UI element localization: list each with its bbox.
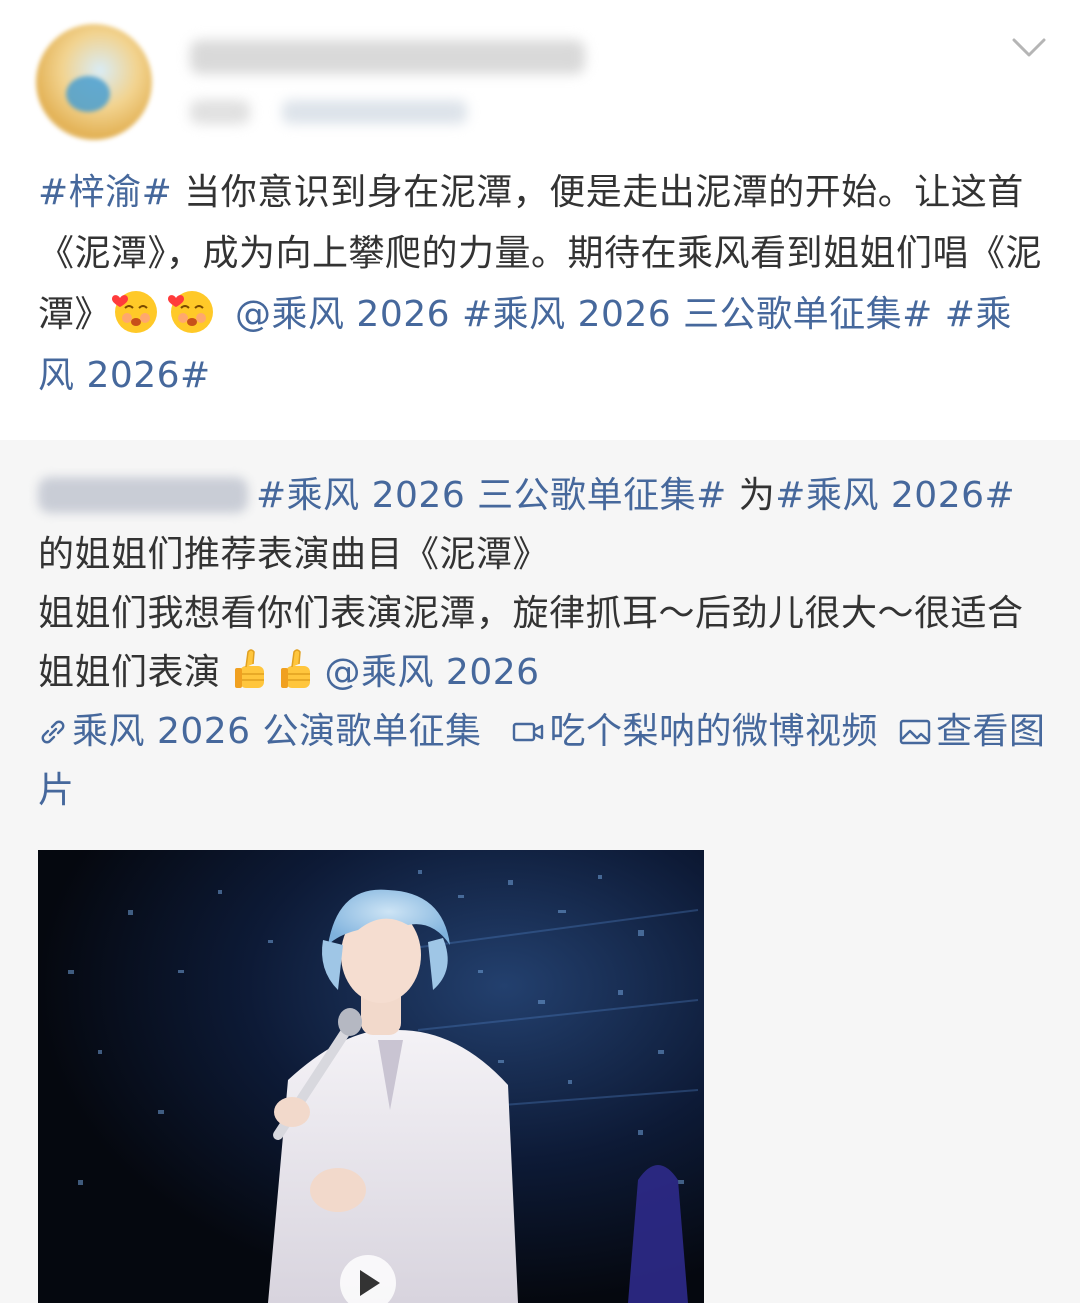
- blurred-repost-username[interactable]: [38, 477, 248, 513]
- mention-chengfeng[interactable]: @乘风 2026: [235, 294, 450, 335]
- repost-body: #乘风 2026 三公歌单征集# 为#乘风 2026# 的姐姐们推荐表演曲目《泥…: [38, 466, 1048, 820]
- shy-blush-emoji-icon: [112, 291, 158, 333]
- thumbs-up-icon: [235, 649, 265, 688]
- link-collection[interactable]: 乘风 2026 公演歌单征集: [38, 711, 482, 752]
- blurred-source: [282, 100, 467, 124]
- image-icon: [899, 719, 931, 745]
- link-video[interactable]: 吃个梨呐的微博视频: [511, 711, 878, 752]
- repost-text-recommend: 的姐姐们推荐表演曲目《泥潭》: [38, 534, 550, 575]
- repost-hashtag-collection[interactable]: #乘风 2026 三公歌单征集#: [256, 475, 727, 516]
- blurred-username[interactable]: [190, 40, 585, 74]
- repost-hashtag-chengfeng[interactable]: #乘风 2026#: [775, 475, 1015, 516]
- post-header: [0, 0, 1080, 160]
- shy-blush-emoji-icon: [168, 291, 214, 333]
- repost-card[interactable]: #乘风 2026 三公歌单征集# 为#乘风 2026# 的姐姐们推荐表演曲目《泥…: [0, 440, 1080, 1303]
- avatar[interactable]: [36, 24, 152, 140]
- video-icon: [513, 722, 544, 742]
- video-thumbnail[interactable]: [38, 850, 704, 1303]
- link-video-label: 吃个梨呐的微博视频: [549, 711, 878, 752]
- post-body: #梓渝# 当你意识到身在泥潭，便是走出泥潭的开始。让这首《泥潭》，成为向上攀爬的…: [38, 162, 1048, 406]
- video-frame-image: [38, 850, 704, 1303]
- link-icon: [41, 720, 65, 744]
- repost-mention-chengfeng[interactable]: @乘风 2026: [324, 652, 539, 693]
- repost-text-for: 为: [726, 475, 776, 516]
- chevron-down-icon[interactable]: [1010, 36, 1048, 60]
- hashtag-ziyu[interactable]: #梓渝#: [38, 172, 172, 213]
- hashtag-collection[interactable]: #乘风 2026 三公歌单征集#: [462, 294, 933, 335]
- thumbs-up-icon: [281, 649, 311, 688]
- link-collection-label: 乘风 2026 公演歌单征集: [72, 711, 482, 752]
- blurred-timestamp: [190, 100, 250, 124]
